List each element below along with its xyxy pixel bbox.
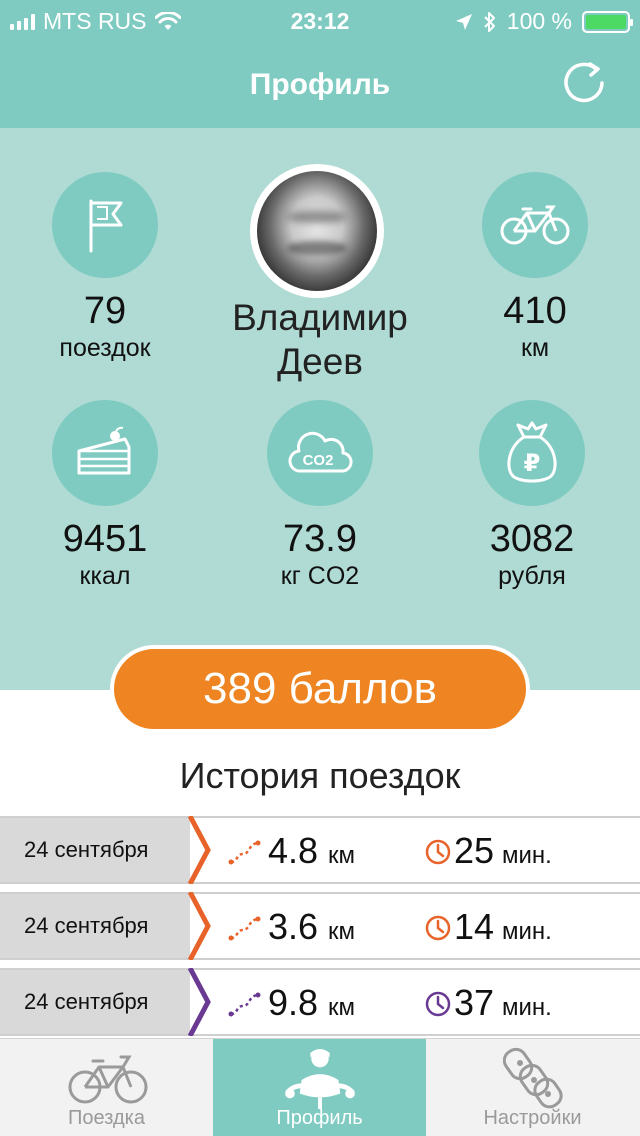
user-first-name: Владимир	[232, 297, 408, 338]
tab-settings-label: Настройки	[483, 1107, 582, 1129]
chevron-right-icon	[187, 892, 211, 960]
trip-date: 24 сентября	[0, 970, 190, 1034]
stat-distance-circle	[482, 172, 588, 278]
trip-row[interactable]: 24 сентября 4.8 км 25 мин.	[0, 816, 640, 884]
route-icon	[228, 840, 261, 865]
stat-rides-value: 79	[83, 290, 127, 332]
trip-distance-unit: км	[328, 918, 355, 945]
clock-icon	[425, 839, 451, 865]
status-right: 100 %	[455, 8, 633, 35]
cake-icon	[77, 426, 131, 475]
stat-calories-value: 9451	[62, 518, 148, 560]
bicycle-icon	[68, 1055, 147, 1104]
stat-money-circle: ₽	[479, 400, 585, 506]
co2-icon-label: CO2	[303, 452, 334, 469]
trip-distance-unit: км	[328, 842, 355, 869]
tab-profile[interactable]: Профиль	[213, 1039, 426, 1136]
trip-distance-unit: км	[328, 994, 355, 1021]
route-icon	[228, 992, 261, 1017]
trip-duration-unit: мин.	[502, 842, 552, 869]
trip-date: 24 сентября	[0, 894, 190, 958]
trip-duration-unit: мин.	[502, 994, 552, 1021]
history-title: История поездок	[179, 755, 461, 796]
stat-money: ₽ 3082 рубля	[437, 400, 627, 591]
ruble-sign: ₽	[524, 449, 541, 477]
cyclist-icon	[284, 1048, 355, 1109]
battery-fill	[586, 14, 626, 29]
refresh-icon[interactable]	[560, 58, 610, 108]
stat-distance-value: 410	[503, 290, 567, 332]
trip-row[interactable]: 24 сентября 3.6 км 14 мин.	[0, 892, 640, 960]
navigation-bar: Профиль	[0, 40, 640, 128]
battery-percent: 100 %	[506, 8, 572, 34]
points-button[interactable]: 389 баллов	[110, 645, 530, 733]
trip-duration-unit: мин.	[502, 918, 552, 945]
avatar	[257, 171, 377, 291]
avatar-frame[interactable]	[250, 164, 384, 298]
stat-co2-value: 73.9	[283, 518, 357, 560]
chevron-right-icon	[187, 968, 211, 1036]
trip-duration: 14	[454, 906, 495, 947]
chevron-right-icon	[187, 816, 211, 884]
stat-rides: 79 поездок	[10, 172, 200, 363]
trip-distance: 9.8	[268, 982, 319, 1023]
stat-calories-circle	[52, 400, 158, 506]
trip-row[interactable]: 24 сентября 9.8 км 37 мин.	[0, 968, 640, 1036]
bluetooth-icon	[484, 11, 495, 32]
stat-co2-unit: кг CO2	[280, 561, 360, 590]
stat-distance: 410 км	[440, 172, 630, 363]
tab-profile-label: Профиль	[276, 1107, 363, 1129]
stat-calories: 9451 ккал	[10, 400, 200, 591]
profile-panel: 79 поездок Владимир Деев 410 км 9451 кка…	[0, 128, 640, 690]
battery-icon	[582, 10, 633, 33]
tab-bar: Поездка Профиль Настройки	[0, 1038, 640, 1136]
stat-co2-circle: CO2	[267, 400, 373, 506]
clock-icon	[425, 991, 451, 1017]
flag-icon	[89, 199, 123, 253]
location-arrow-icon	[455, 13, 472, 30]
stat-money-value: 3082	[489, 518, 575, 560]
stat-rides-unit: поездок	[59, 333, 151, 362]
trip-distance: 3.6	[268, 906, 319, 947]
clock-icon	[425, 915, 451, 941]
stat-co2: CO2 73.9 кг CO2	[225, 400, 415, 591]
co2-cloud-icon: CO2	[288, 431, 353, 473]
trip-date: 24 сентября	[0, 818, 190, 882]
tab-ride[interactable]: Поездка	[0, 1039, 213, 1136]
stat-calories-unit: ккал	[79, 561, 131, 590]
stat-rides-circle	[52, 172, 158, 278]
chain-icon	[502, 1047, 563, 1109]
trip-distance: 4.8	[268, 830, 319, 871]
stat-distance-unit: км	[520, 333, 550, 362]
trip-duration: 25	[454, 830, 495, 871]
money-bag-icon: ₽	[507, 421, 557, 483]
route-icon	[228, 916, 261, 941]
page-title: Профиль	[249, 68, 391, 101]
bicycle-icon	[500, 205, 570, 245]
tab-ride-label: Поездка	[68, 1107, 145, 1129]
user-name: Владимир Деев	[190, 296, 450, 385]
status-bar: MTS RUS 23:12 100 %	[0, 0, 640, 40]
user-last-name: Деев	[277, 341, 363, 383]
trip-duration: 37	[454, 982, 495, 1023]
stat-money-unit: рубля	[498, 561, 566, 590]
tab-settings[interactable]: Настройки	[426, 1039, 639, 1136]
